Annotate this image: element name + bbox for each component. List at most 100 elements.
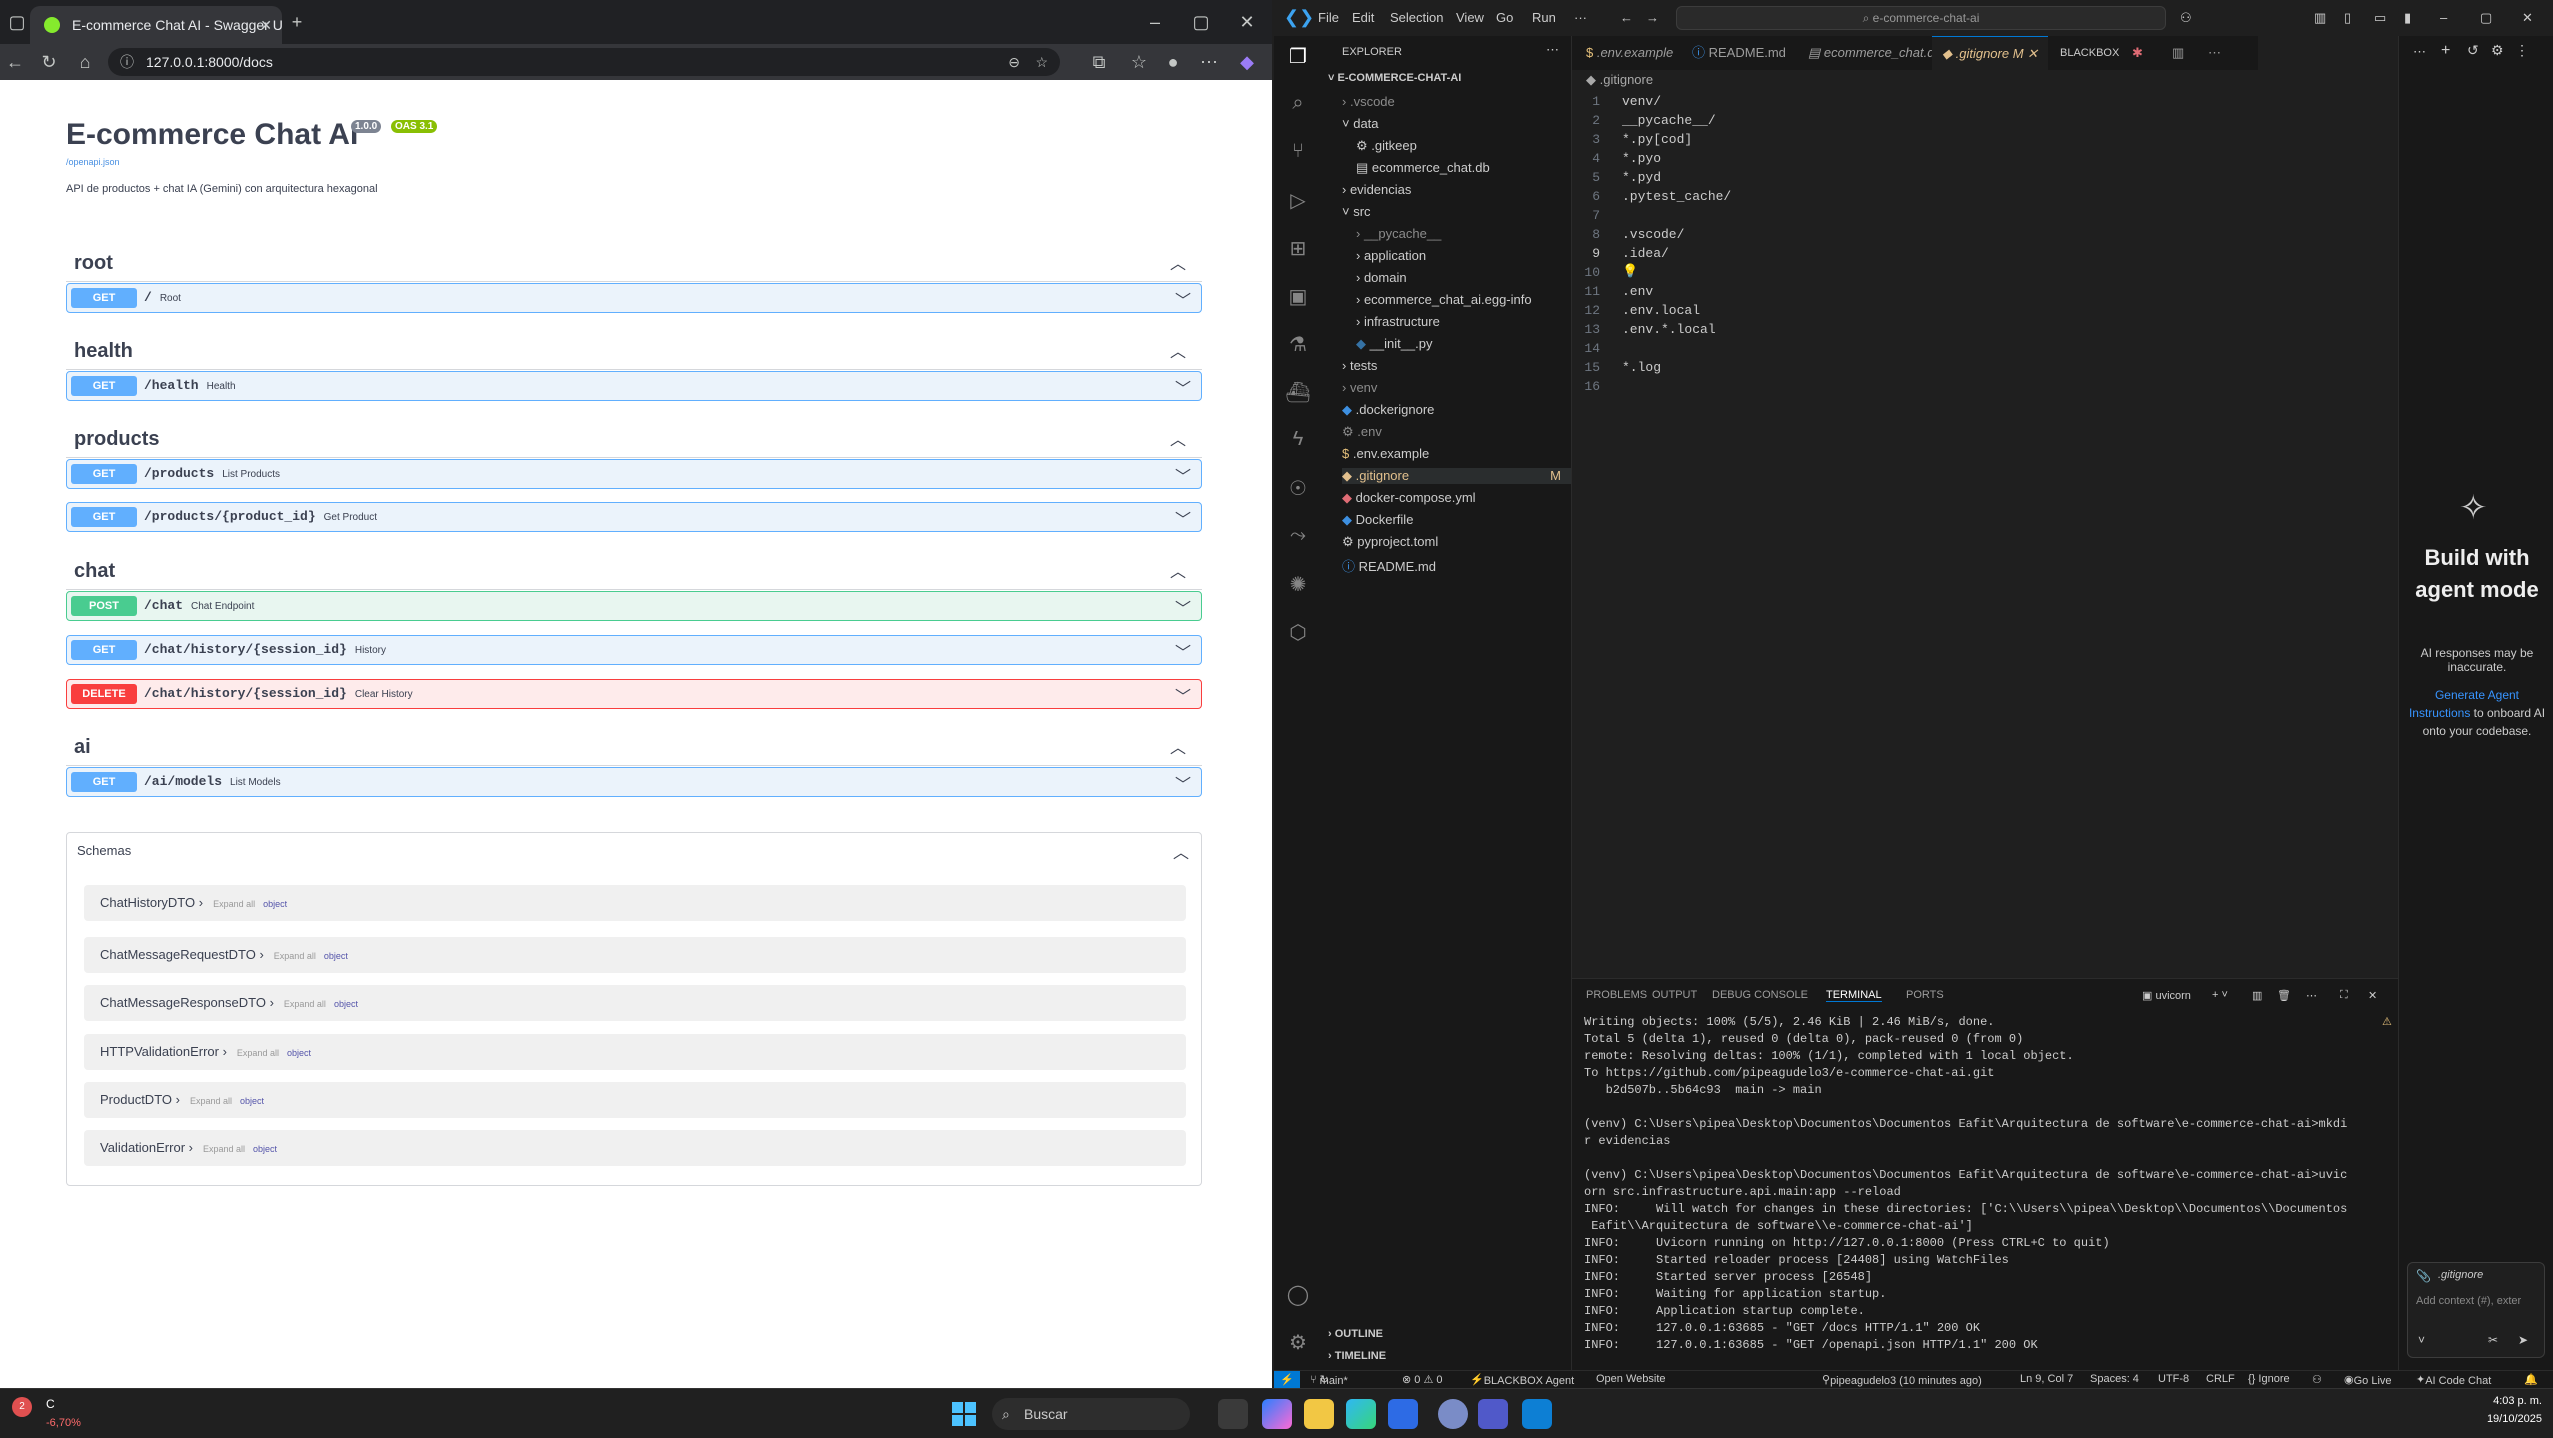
expand-all-link[interactable]: Expand all: [203, 1144, 245, 1154]
cube-icon[interactable]: ⬡: [1274, 620, 1322, 645]
outline-section[interactable]: › OUTLINE: [1328, 1328, 1383, 1340]
window-close-icon[interactable]: ✕: [1234, 0, 1260, 44]
nav-forward-icon[interactable]: →: [1646, 10, 1659, 25]
store-icon[interactable]: [1388, 1399, 1418, 1429]
chat-history-icon[interactable]: ↺: [2467, 42, 2479, 59]
chevron-down-icon[interactable]: ﹀: [1175, 595, 1191, 619]
kangaroo-icon[interactable]: ⤳: [1274, 524, 1322, 547]
editor-tab[interactable]: ▤ ecommerce_chat.db: [1808, 36, 1942, 70]
explorer-more-icon[interactable]: ⋯: [1546, 42, 1559, 58]
openai-icon[interactable]: ✺: [1274, 572, 1322, 597]
extensions-icon[interactable]: ⊞: [1274, 236, 1322, 261]
chat-settings-icon[interactable]: ⚙: [2491, 42, 2504, 59]
tree-item[interactable]: › __pycache__: [1356, 226, 1441, 241]
editor-tab[interactable]: $ .env.example: [1586, 36, 1673, 70]
attach-icon[interactable]: 📎: [2416, 1269, 2431, 1283]
maximize-panel-icon[interactable]: ⛶: [2340, 989, 2348, 1002]
command-center-search[interactable]: ⌕ e-commerce-chat-ai: [1676, 6, 2166, 30]
chevron-down-icon[interactable]: ﹀: [1175, 683, 1191, 707]
op-get-product[interactable]: GET /products/{product_id} Get Product ﹀: [66, 502, 1202, 532]
browser-menu-icon[interactable]: ⋯: [1196, 44, 1222, 80]
branch-status[interactable]: ⑂ main* ↻: [1310, 1373, 1348, 1387]
run-debug-icon[interactable]: ▷: [1274, 188, 1322, 213]
tab-actions-icon[interactable]: ▢: [4, 0, 30, 44]
code-editor[interactable]: ◆ .gitignore 1 venv/ 2 __pycache__/ 3 *.py[…: [1572, 70, 2522, 975]
breadcrumb[interactable]: ◆ .gitignore: [1586, 72, 1653, 88]
schema-model[interactable]: ValidationError › Expand all object: [84, 1130, 1186, 1166]
robot-icon[interactable]: ☉: [1274, 476, 1322, 501]
editor-tab[interactable]: ⓘ README.md: [1692, 36, 1786, 70]
split-terminal-icon[interactable]: ▥: [2252, 989, 2262, 1002]
vs-minimize-icon[interactable]: –: [2440, 10, 2447, 25]
openapi-json-link[interactable]: /openapi.json: [66, 157, 120, 167]
clock-date[interactable]: 19/10/2025: [2462, 1413, 2542, 1425]
panel-tab-terminal[interactable]: TERMINAL: [1826, 989, 1882, 1002]
copilot-app-icon[interactable]: [1262, 1399, 1292, 1429]
editor-more-icon[interactable]: ⋯: [2208, 36, 2221, 70]
indentation-status[interactable]: Spaces: 4: [2090, 1373, 2139, 1385]
maximize-icon[interactable]: ▢: [1188, 0, 1214, 44]
remote-icon[interactable]: ⚡: [1274, 1371, 1300, 1388]
panel-tab-output[interactable]: OUTPUT: [1652, 989, 1697, 1001]
tree-item[interactable]: › tests: [1342, 358, 1377, 373]
project-root[interactable]: ˅ E-COMMERCE-CHAT-AI: [1328, 72, 1461, 84]
chevron-down-icon[interactable]: ﹀: [1175, 287, 1191, 311]
tree-item-selected[interactable]: ◆ .gitignore M: [1342, 468, 1571, 484]
new-tab-icon[interactable]: +: [284, 0, 310, 44]
r-app-icon[interactable]: [1438, 1399, 1468, 1429]
chevron-down-icon[interactable]: ﹀: [1175, 506, 1191, 530]
tag-ai[interactable]: ai ︿: [66, 724, 1202, 766]
stock-change[interactable]: -6,70%: [46, 1417, 81, 1429]
home-icon[interactable]: ⌂: [72, 44, 98, 80]
vs-maximize-icon[interactable]: ▢: [2480, 10, 2492, 26]
weather-temp[interactable]: C: [46, 1397, 55, 1411]
schema-model[interactable]: ChatHistoryDTO › Expand all object: [84, 885, 1186, 921]
panel-tab-problems[interactable]: PROBLEMS: [1586, 989, 1647, 1001]
aux-sidebar-toggle-icon[interactable]: ▮: [2404, 10, 2411, 26]
profile-avatar-icon[interactable]: ●: [1160, 44, 1186, 80]
tree-item[interactable]: ˅ data: [1342, 116, 1379, 131]
panel-tab-ports[interactable]: PORTS: [1906, 989, 1944, 1001]
site-info-icon[interactable]: ⓘ: [120, 48, 134, 76]
tools-icon[interactable]: ✂: [2488, 1333, 2498, 1347]
address-bar[interactable]: ⓘ 127.0.0.1:8000/docs ⊖ ☆: [108, 48, 1060, 76]
remote-explorer-icon[interactable]: ▣: [1274, 284, 1322, 309]
lightbulb-icon[interactable]: 💡: [1622, 263, 1638, 279]
terminal-selector[interactable]: ▣ uvicorn: [2142, 989, 2191, 1002]
tree-item[interactable]: ▤ ecommerce_chat.db: [1356, 160, 1490, 176]
tree-item[interactable]: ⚙ .env: [1342, 424, 1382, 440]
go-live-status[interactable]: ◉ Go Live: [2344, 1373, 2392, 1387]
op-get-history[interactable]: GET /chat/history/{session_id} History ﹀: [66, 635, 1202, 665]
chevron-down-icon[interactable]: ﹀: [1175, 639, 1191, 663]
vscode-taskbar-icon[interactable]: [1522, 1399, 1552, 1429]
schema-model[interactable]: HTTPValidationError › Expand all object: [84, 1034, 1186, 1070]
chevron-down-icon[interactable]: ﹀: [1175, 375, 1191, 399]
tag-products[interactable]: products ︿: [66, 416, 1202, 458]
tree-item[interactable]: ◆ __init__.py: [1356, 336, 1433, 352]
settings-gear-icon[interactable]: ⚙: [1274, 1330, 1322, 1355]
problems-status[interactable]: ⊗ 0 ⚠ 0: [1402, 1373, 1442, 1386]
chevron-up-icon[interactable]: ︿: [1173, 839, 1189, 863]
vs-close-icon[interactable]: ✕: [2522, 10, 2533, 26]
tree-item[interactable]: ˅ src: [1342, 204, 1371, 219]
blackbox-status[interactable]: ⚡ BLACKBOX Agent: [1470, 1373, 1574, 1387]
menu-go[interactable]: Go: [1496, 10, 1513, 25]
tree-item[interactable]: › evidencias: [1342, 182, 1411, 197]
expand-all-link[interactable]: Expand all: [274, 951, 316, 961]
context-chip[interactable]: .gitignore: [2438, 1269, 2483, 1281]
chevron-up-icon[interactable]: ︿: [1170, 734, 1186, 758]
notifications-icon[interactable]: 🔔: [2524, 1373, 2538, 1386]
tag-health[interactable]: health ︿: [66, 328, 1202, 370]
op-get-root[interactable]: GET / Root ﹀: [66, 283, 1202, 313]
menu-selection[interactable]: Selection: [1390, 10, 1443, 25]
timeline-section[interactable]: › TIMELINE: [1328, 1350, 1386, 1362]
op-post-chat[interactable]: POST /chat Chat Endpoint ﹀: [66, 591, 1202, 621]
schema-model[interactable]: ChatMessageRequestDTO › Expand all object: [84, 937, 1186, 973]
docker-icon[interactable]: ⛴: [1274, 380, 1322, 405]
teams-icon[interactable]: [1478, 1399, 1508, 1429]
expand-all-link[interactable]: Expand all: [213, 899, 255, 909]
blackbox-logo-icon[interactable]: ✱: [2132, 36, 2143, 70]
tree-item[interactable]: › ecommerce_chat_ai.egg-info: [1356, 292, 1532, 307]
copilot-icon[interactable]: ◆: [1234, 44, 1260, 80]
chevron-up-icon[interactable]: ︿: [1170, 558, 1186, 582]
